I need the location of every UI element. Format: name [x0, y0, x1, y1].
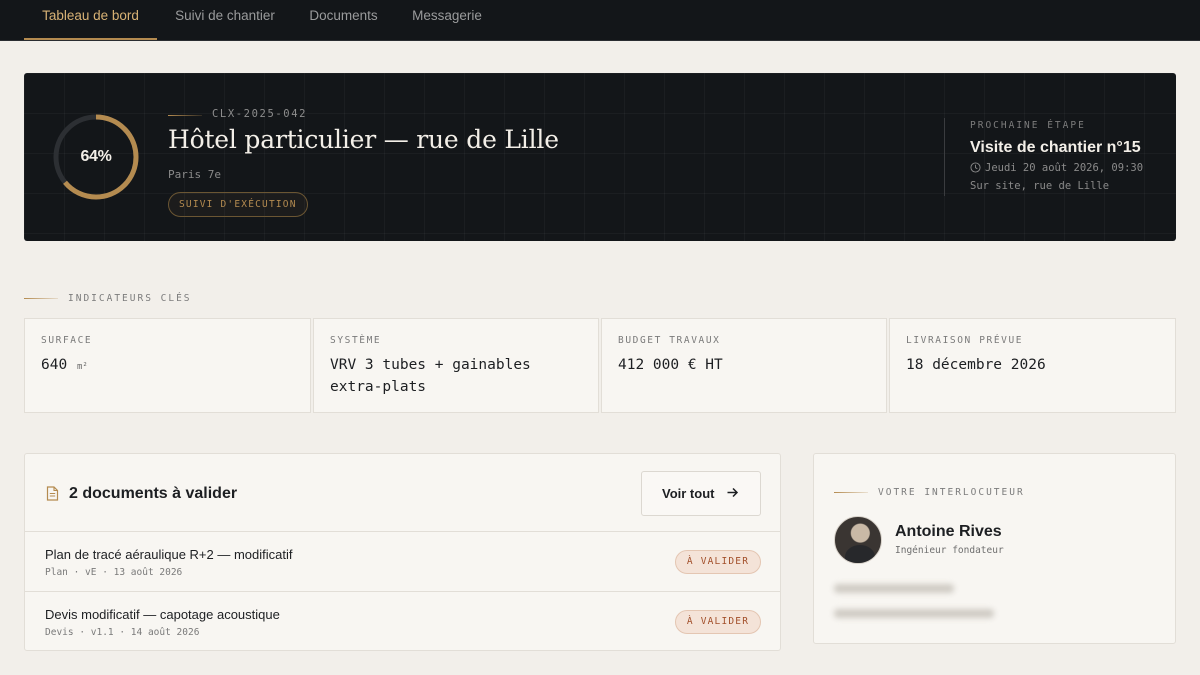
- document-meta: Devis · v1.1 · 14 août 2026: [45, 627, 200, 638]
- redacted-phone: [834, 584, 954, 593]
- next-step-title: Visite de chantier n°15: [970, 139, 1141, 156]
- kpi-livraison: LIVRAISON PRÉVUE 18 décembre 2026: [889, 318, 1176, 413]
- document-name: Plan de tracé aéraulique R+2 — modificat…: [45, 547, 293, 562]
- tab-tableau-de-bord[interactable]: Tableau de bord: [24, 0, 157, 40]
- tab-suivi-de-chantier[interactable]: Suivi de chantier: [157, 0, 293, 40]
- documents-title: 2 documents à valider: [69, 485, 238, 502]
- indicators-decor-line: [24, 298, 58, 299]
- arrow-right-icon: [726, 486, 739, 504]
- project-hero: 64% CLX-2025-042 Hôtel particulier — rue…: [24, 73, 1176, 241]
- see-all-label: Voir tout: [662, 486, 715, 501]
- next-step-date-row: Jeudi 20 août 2026, 09:30: [970, 162, 1143, 176]
- redacted-email: [834, 609, 994, 618]
- kpi-label: BUDGET TRAVAUX: [618, 335, 721, 346]
- hero-divider: [944, 118, 945, 196]
- active-tab-indicator: [24, 38, 157, 40]
- contact-name: Antoine Rives: [895, 523, 1002, 540]
- document-name: Devis modificatif — capotage acoustique: [45, 607, 280, 622]
- documents-header: 2 documents à valider Voir tout: [25, 454, 780, 532]
- contact-panel: VOTRE INTERLOCUTEUR Antoine Rives Ingéni…: [813, 453, 1176, 644]
- tab-messagerie[interactable]: Messagerie: [394, 0, 500, 40]
- progress-ring: 64%: [52, 113, 140, 201]
- project-location: Paris 7e: [168, 168, 221, 181]
- status-badge: À VALIDER: [675, 550, 761, 574]
- top-navigation: Tableau de bord Suivi de chantier Docume…: [0, 0, 1200, 41]
- document-meta: Plan · vE · 13 août 2026: [45, 567, 183, 578]
- status-badge: À VALIDER: [675, 610, 761, 634]
- contact-decor-line: [834, 492, 868, 493]
- document-row[interactable]: Devis modificatif — capotage acoustique …: [25, 592, 780, 652]
- indicators-kicker: INDICATEURS CLÉS: [68, 293, 192, 304]
- kpi-value: VRV 3 tubes + gainables extra-plats: [330, 357, 531, 395]
- kpi-unit: m²: [76, 362, 88, 372]
- avatar: [834, 516, 882, 564]
- kpi-label: SURFACE: [41, 335, 93, 346]
- document-icon: [46, 486, 59, 506]
- kpi-label: LIVRAISON PRÉVUE: [906, 335, 1024, 346]
- kpi-value: 412 000 € HT: [618, 357, 723, 373]
- next-step-place: Sur site, rue de Lille: [970, 180, 1110, 192]
- kpi-systeme: SYSTÈME VRV 3 tubes + gainables extra-pl…: [313, 318, 599, 413]
- next-step-kicker: PROCHAINE ÉTAPE: [970, 120, 1086, 131]
- kpi-value: 640 m²: [41, 357, 88, 373]
- kpi-value: 18 décembre 2026: [906, 357, 1046, 373]
- code-decor-line: [168, 115, 202, 116]
- document-row[interactable]: Plan de tracé aéraulique R+2 — modificat…: [25, 532, 780, 592]
- tab-documents[interactable]: Documents: [293, 0, 394, 40]
- kpi-budget: BUDGET TRAVAUX 412 000 € HT: [601, 318, 887, 413]
- clock-icon: [970, 162, 981, 176]
- contact-kicker: VOTRE INTERLOCUTEUR: [878, 487, 1025, 498]
- next-step-date: Jeudi 20 août 2026, 09:30: [985, 162, 1144, 174]
- project-code: CLX-2025-042: [212, 108, 308, 120]
- documents-panel: 2 documents à valider Voir tout Plan de …: [24, 453, 781, 651]
- kpi-label: SYSTÈME: [330, 335, 382, 346]
- see-all-button[interactable]: Voir tout: [641, 471, 761, 516]
- progress-percent: 64%: [80, 148, 112, 165]
- kpi-surface: SURFACE 640 m²: [24, 318, 311, 413]
- project-title: Hôtel particulier — rue de Lille: [168, 125, 559, 154]
- status-badge: SUIVI D'EXÉCUTION: [168, 192, 308, 217]
- contact-role: Ingénieur fondateur: [895, 545, 1004, 556]
